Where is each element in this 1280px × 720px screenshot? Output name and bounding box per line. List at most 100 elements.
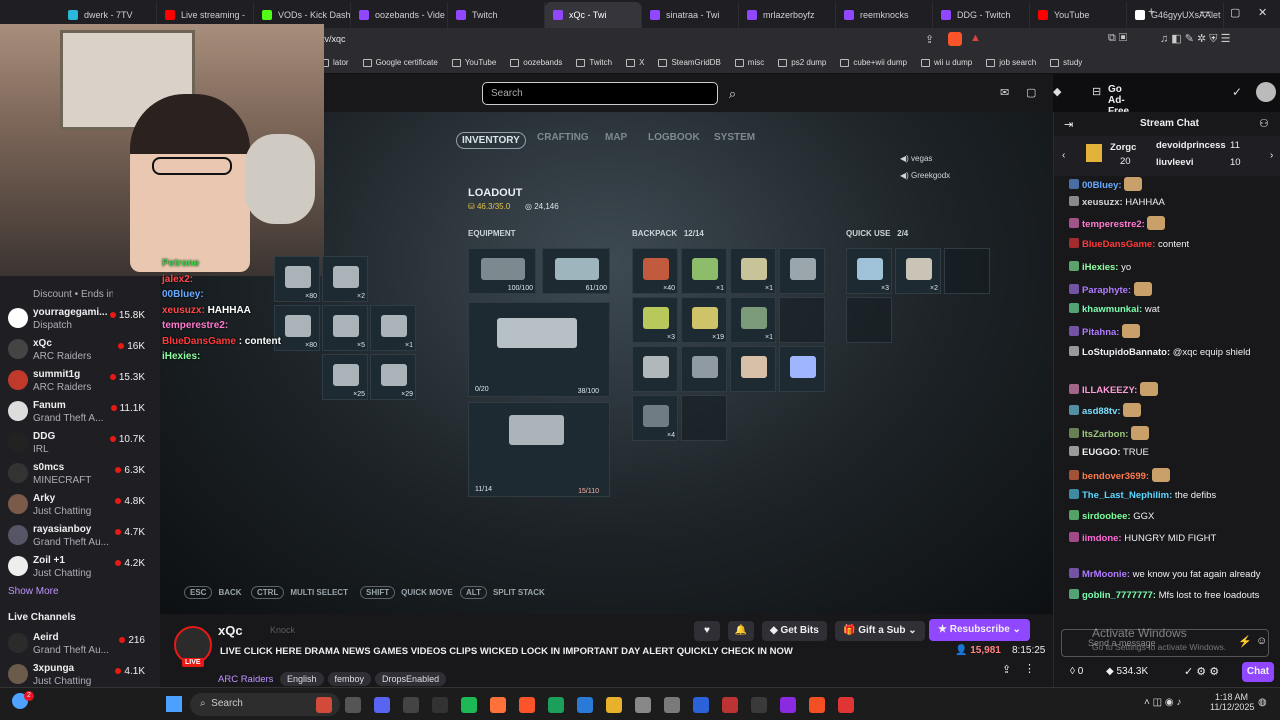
- weapon-slot-1[interactable]: 0/20 38/100: [468, 302, 610, 397]
- game-tab-crafting[interactable]: CRAFTING: [537, 132, 589, 143]
- start-icon[interactable]: [166, 696, 182, 712]
- bookmark-item[interactable]: Google certificate: [362, 58, 438, 67]
- browser-tab[interactable]: mrlazerboyfz: [739, 2, 836, 28]
- taskbar-app-icon[interactable]: [374, 697, 390, 713]
- sidebar-channel[interactable]: Aeird Grand Theft Au... 216: [0, 630, 155, 661]
- backpack-slot[interactable]: ×19: [681, 297, 727, 343]
- chat-username[interactable]: temperestre2:: [1082, 219, 1145, 230]
- bookmark-item[interactable]: study: [1050, 58, 1082, 67]
- restore-icon[interactable]: ▢: [1230, 6, 1240, 19]
- prev-arrow-icon[interactable]: ‹: [1062, 150, 1065, 161]
- bookmark-item[interactable]: wii u dump: [920, 58, 972, 67]
- show-more-link[interactable]: Show More: [8, 586, 59, 597]
- bookmark-item[interactable]: ps2 dump: [778, 58, 826, 67]
- bookmark-item[interactable]: SteamGridDB: [658, 58, 721, 67]
- taskbar-app-icon[interactable]: [751, 697, 767, 713]
- chat-username[interactable]: The_Last_Nephilim:: [1082, 490, 1172, 501]
- close-window-icon[interactable]: ✕: [1258, 6, 1267, 19]
- taskbar-app-icon[interactable]: [316, 697, 332, 713]
- chat-username[interactable]: Paraphyte:: [1082, 285, 1131, 296]
- bookmark-item[interactable]: oozebands: [510, 58, 562, 67]
- toolbar-icons[interactable]: ♫ ◧ ✎ ✲ ⛨ ☰: [1160, 32, 1230, 46]
- taskbar-app-icon[interactable]: [635, 697, 651, 713]
- game-tab-map[interactable]: MAP: [605, 132, 627, 143]
- chat-username[interactable]: sirdoobee:: [1082, 511, 1131, 522]
- chat-username[interactable]: EUGGO:: [1082, 447, 1121, 458]
- sidebar-channel[interactable]: rayasianboy Grand Theft Au... 4.7K: [0, 522, 155, 553]
- quickuse-slot[interactable]: ×2: [895, 248, 941, 294]
- minimize-icon[interactable]: —: [1200, 6, 1211, 18]
- stream-tag[interactable]: English: [280, 672, 324, 686]
- backpack-slot[interactable]: ×3: [632, 297, 678, 343]
- backpack-slot[interactable]: [779, 297, 825, 343]
- game-tab-logbook[interactable]: LOGBOOK: [648, 132, 700, 143]
- taskbar-app-icon[interactable]: [780, 697, 796, 713]
- system-tray-icons[interactable]: ˄ ◫ ◉ ♪: [1144, 697, 1181, 708]
- 7tv-icon[interactable]: ✓: [1232, 85, 1242, 99]
- bits-balance[interactable]: ◆ 534.3K: [1106, 666, 1148, 677]
- weapon-slot-2[interactable]: 11/14 15/110: [468, 402, 610, 497]
- search-icon[interactable]: ⌕: [721, 82, 744, 105]
- bookmark-item[interactable]: Twitch: [576, 58, 612, 67]
- extensions-icon[interactable]: ⧉ ▣: [1108, 32, 1127, 45]
- browser-tab[interactable]: YouTube: [1030, 2, 1127, 28]
- bookmark-item[interactable]: X: [626, 58, 644, 67]
- backpack-slot[interactable]: [779, 346, 825, 392]
- backpack-slot[interactable]: [632, 346, 678, 392]
- chat-username[interactable]: LoStupidoBannato:: [1082, 347, 1170, 358]
- backpack-slot[interactable]: ×40: [632, 248, 678, 294]
- chat-username[interactable]: xeusuzx:: [1082, 197, 1123, 208]
- clock[interactable]: 1:18 AM 11/12/2025: [1210, 692, 1254, 712]
- backpack-slot[interactable]: [681, 395, 727, 441]
- taskbar-app-icon[interactable]: [577, 697, 593, 713]
- sidebar-channel[interactable]: Fanum Grand Theft A... 11.1K: [0, 398, 155, 429]
- user-avatar[interactable]: [1256, 82, 1276, 102]
- browser-tab[interactable]: DDG - Twitch: [933, 2, 1030, 28]
- chat-users-icon[interactable]: ⚇: [1259, 117, 1269, 130]
- taskbar-app-icon[interactable]: [490, 697, 506, 713]
- taskbar-app-icon[interactable]: [403, 697, 419, 713]
- taskbar-app-icon[interactable]: [461, 697, 477, 713]
- browser-tab[interactable]: reemknocks: [836, 2, 933, 28]
- video-player[interactable]: INVENTORY CRAFTING MAP LOGBOOK SYSTEM ◀) veg…: [0, 24, 1053, 614]
- game-tab-inventory[interactable]: INVENTORY: [456, 132, 526, 149]
- shield-slot[interactable]: 100/100: [468, 248, 536, 294]
- backpack-slot[interactable]: [681, 346, 727, 392]
- taskbar-app-icon[interactable]: [693, 697, 709, 713]
- gift-sub-button[interactable]: 🎁 Gift a Sub ⌄: [835, 621, 925, 641]
- browser-tab[interactable]: xQc - Twi: [545, 2, 642, 28]
- notification-center-icon[interactable]: ◍: [1258, 697, 1267, 708]
- sidebar-channel[interactable]: xQc ARC Raiders 16K: [0, 336, 155, 367]
- chat-username[interactable]: iimdone:: [1082, 533, 1122, 544]
- chat-username[interactable]: asd88tv:: [1082, 406, 1121, 417]
- taskbar-app-icon[interactable]: [606, 697, 622, 713]
- backpack-slot[interactable]: [730, 346, 776, 392]
- browser-tab[interactable]: oozebands - Vide: [351, 2, 448, 28]
- taskbar-app-icon[interactable]: [432, 697, 448, 713]
- emote-picker-icon[interactable]: ☺: [1256, 635, 1267, 647]
- stash-slot[interactable]: ×1: [370, 305, 416, 351]
- knock-button[interactable]: Knock: [270, 625, 295, 635]
- bookmark-item[interactable]: job search: [986, 58, 1036, 67]
- prime-icon[interactable]: ◆: [1053, 85, 1061, 98]
- sidebar-channel[interactable]: summit1g ARC Raiders 15.3K: [0, 367, 155, 398]
- sidebar-channel[interactable]: DDG IRL 10.7K: [0, 429, 155, 460]
- taskbar-app-icon[interactable]: [519, 697, 535, 713]
- get-bits-button[interactable]: ◆ Get Bits: [762, 621, 827, 641]
- url-text[interactable]: tv/xqc: [322, 34, 346, 44]
- augment-slot[interactable]: 61/100: [542, 248, 610, 294]
- chat-username[interactable]: BlueDansGame:: [1082, 239, 1155, 250]
- share-icon[interactable]: ⇪: [925, 33, 934, 46]
- chat-username[interactable]: khawmunkai:: [1082, 304, 1142, 315]
- browser-tab[interactable]: sinatraa - Twi: [642, 2, 739, 28]
- sidebar-channel[interactable]: yourragegami... Dispatch 15.8K: [0, 305, 155, 336]
- backpack-slot[interactable]: ×1: [730, 248, 776, 294]
- stash-slot[interactable]: ×2: [322, 256, 368, 302]
- taskbar-app-icon[interactable]: [548, 697, 564, 713]
- channel-points-icon[interactable]: ◊ 0: [1070, 666, 1083, 677]
- stash-slot[interactable]: ×29: [370, 354, 416, 400]
- channel-name[interactable]: xQc: [218, 623, 243, 638]
- taskbar-app-icon[interactable]: [345, 697, 361, 713]
- notification-bell-icon[interactable]: 🔔: [728, 621, 754, 641]
- bookmark-item[interactable]: misc: [734, 58, 764, 67]
